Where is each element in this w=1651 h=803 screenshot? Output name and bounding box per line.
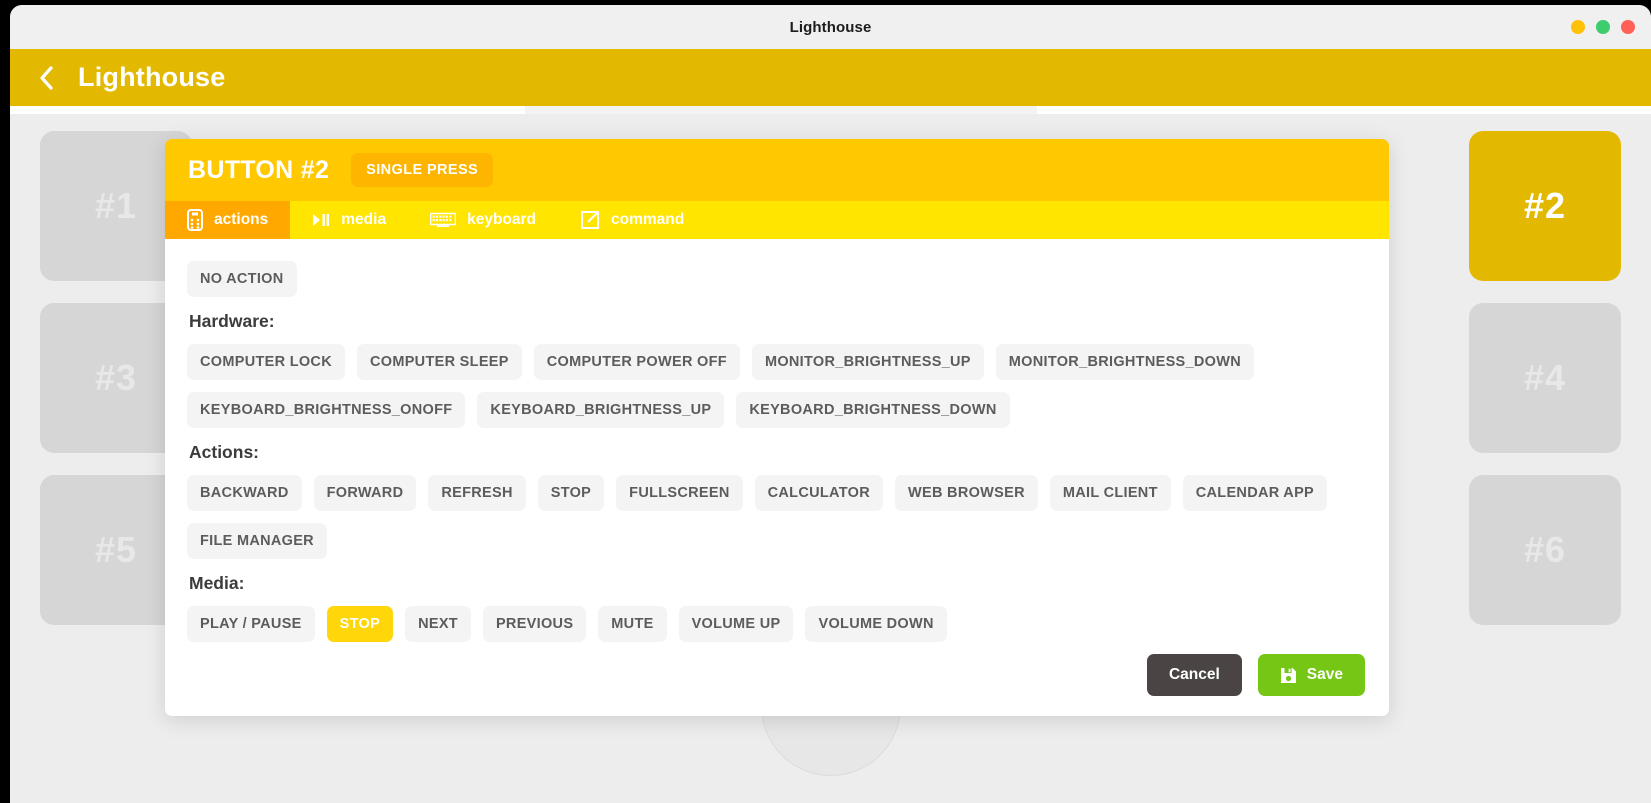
no-action-row: NO ACTION <box>187 261 1367 297</box>
chip-stop-media[interactable]: STOP <box>326 606 394 642</box>
window-titlebar: Lighthouse <box>10 5 1651 49</box>
page-title: Lighthouse <box>78 62 226 92</box>
section-label-hardware: Hardware: <box>189 311 275 331</box>
chip-no-action[interactable]: NO ACTION <box>187 261 297 297</box>
dialog-content: NO ACTION Hardware: COMPUTER LOCK COMPUT… <box>165 239 1389 716</box>
button-card-label: #3 <box>94 357 138 398</box>
button-card-2[interactable]: #2 <box>1469 131 1621 281</box>
button-card-label: #5 <box>94 529 138 570</box>
dialog-footer: Cancel Save <box>187 654 1367 696</box>
external-link-icon <box>581 211 599 229</box>
app-root: Lighthouse Lighthouse #1 #3 #5 #2 #4 #6 … <box>0 0 1651 803</box>
tab-actions[interactable]: actions <box>165 201 291 239</box>
button-config-dialog: BUTTON #2 SINGLE PRESS actions media key… <box>165 139 1389 716</box>
chip-calculator[interactable]: CALCULATOR <box>754 475 883 511</box>
chip-calendar-app[interactable]: CALENDAR APP <box>1182 475 1328 511</box>
chevron-left-icon <box>40 65 53 90</box>
button-card-6[interactable]: #6 <box>1469 475 1621 625</box>
section-label-actions: Actions: <box>189 442 259 462</box>
section-label-media: Media: <box>189 573 245 593</box>
chip-web-browser[interactable]: WEB BROWSER <box>894 475 1038 511</box>
chip-previous[interactable]: PREVIOUS <box>482 606 587 642</box>
keyboard-icon <box>430 212 457 227</box>
save-button[interactable]: Save <box>1257 654 1365 696</box>
maximize-button[interactable] <box>1596 20 1610 34</box>
window-controls <box>1571 5 1635 49</box>
chip-next[interactable]: NEXT <box>405 606 471 642</box>
chip-computer-sleep[interactable]: COMPUTER SLEEP <box>356 344 522 380</box>
tab-keyboard[interactable]: keyboard <box>408 201 558 239</box>
button-grid-column-right: #2 #4 #6 <box>1469 131 1621 625</box>
button-card-4[interactable]: #4 <box>1469 303 1621 453</box>
tab-label: command <box>611 211 685 228</box>
remote-control-icon <box>187 209 203 231</box>
chip-keyboard-brightness-down[interactable]: KEYBOARD_BRIGHTNESS_DOWN <box>736 392 1010 428</box>
chip-forward[interactable]: FORWARD <box>313 475 417 511</box>
button-card-label: #4 <box>1523 357 1567 398</box>
button-card-label: #1 <box>94 185 138 226</box>
chip-file-manager[interactable]: FILE MANAGER <box>187 523 327 559</box>
chip-play-pause[interactable]: PLAY / PAUSE <box>187 606 315 642</box>
press-type-badge[interactable]: SINGLE PRESS <box>351 153 494 187</box>
chip-mute[interactable]: MUTE <box>598 606 667 642</box>
dialog-header: BUTTON #2 SINGLE PRESS <box>165 139 1389 201</box>
app-header: Lighthouse <box>10 49 1651 106</box>
dialog-title: BUTTON #2 <box>188 155 330 184</box>
tab-label: keyboard <box>467 211 536 228</box>
chip-keyboard-brightness-up[interactable]: KEYBOARD_BRIGHTNESS_UP <box>477 392 725 428</box>
close-button[interactable] <box>1621 20 1635 34</box>
chip-stop-action[interactable]: STOP <box>537 475 605 511</box>
chip-backward[interactable]: BACKWARD <box>187 475 302 511</box>
actions-chip-row: BACKWARD FORWARD REFRESH STOP FULLSCREEN… <box>187 475 1367 559</box>
chip-keyboard-brightness-onoff[interactable]: KEYBOARD_BRIGHTNESS_ONOFF <box>187 392 466 428</box>
back-button[interactable] <box>36 65 56 91</box>
background-tabstrip <box>10 106 1651 114</box>
tab-label: media <box>341 211 387 228</box>
chip-monitor-brightness-up[interactable]: MONITOR_BRIGHTNESS_UP <box>751 344 984 380</box>
tab-media[interactable]: media <box>290 201 408 239</box>
cancel-button[interactable]: Cancel <box>1146 654 1242 696</box>
hardware-chip-row-1: COMPUTER LOCK COMPUTER SLEEP COMPUTER PO… <box>187 344 1367 428</box>
play-pause-icon <box>313 214 330 226</box>
tab-command[interactable]: command <box>558 201 706 239</box>
chip-refresh[interactable]: REFRESH <box>428 475 526 511</box>
app-body: #1 #3 #5 #2 #4 #6 BUTTON #2 SINGLE PRESS… <box>10 106 1651 803</box>
application-window: Lighthouse Lighthouse #1 #3 #5 #2 #4 #6 … <box>10 5 1651 803</box>
save-button-label: Save <box>1306 666 1343 683</box>
floppy-save-icon <box>1280 667 1296 683</box>
chip-monitor-brightness-down[interactable]: MONITOR_BRIGHTNESS_DOWN <box>995 344 1254 380</box>
button-card-label: #2 <box>1523 185 1567 226</box>
dialog-tabbar: actions media keyboard command <box>165 201 1389 239</box>
window-title: Lighthouse <box>789 18 872 36</box>
minimize-button[interactable] <box>1571 20 1585 34</box>
chip-computer-power-off[interactable]: COMPUTER POWER OFF <box>533 344 740 380</box>
chip-volume-down[interactable]: VOLUME DOWN <box>805 606 947 642</box>
chip-fullscreen[interactable]: FULLSCREEN <box>616 475 743 511</box>
chip-volume-up[interactable]: VOLUME UP <box>678 606 794 642</box>
media-chip-row: PLAY / PAUSE STOP NEXT PREVIOUS MUTE VOL… <box>187 606 1367 642</box>
chip-computer-lock[interactable]: COMPUTER LOCK <box>187 344 345 380</box>
tab-label: actions <box>214 211 269 228</box>
chip-mail-client[interactable]: MAIL CLIENT <box>1049 475 1171 511</box>
button-card-label: #6 <box>1523 529 1567 570</box>
